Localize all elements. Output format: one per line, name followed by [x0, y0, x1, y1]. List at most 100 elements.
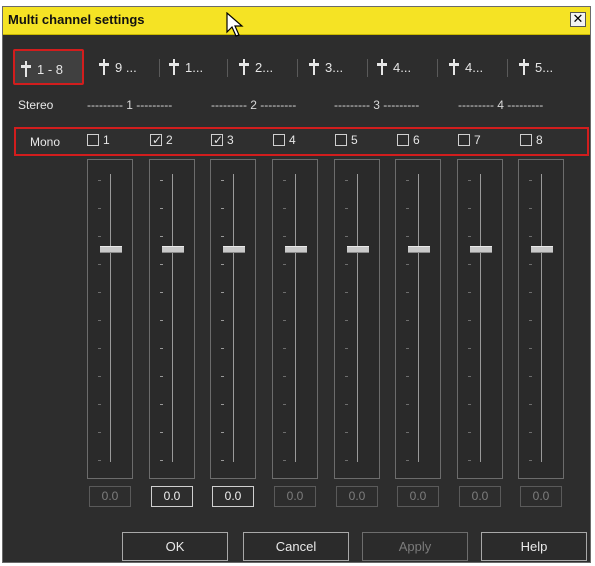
fader-tick [98, 404, 101, 405]
fader-value-field-1[interactable]: 0.0 [89, 486, 131, 507]
fader-tick [283, 432, 286, 433]
fader-tick [468, 264, 471, 265]
cancel-button[interactable]: Cancel [243, 532, 349, 561]
checkbox-box[interactable] [458, 134, 470, 146]
fader-tick [98, 320, 101, 321]
fader-track [357, 174, 358, 462]
tab-label: 4... [465, 60, 484, 75]
checkbox-box[interactable] [520, 134, 532, 146]
fader-tick [283, 208, 286, 209]
fader-tick [283, 292, 286, 293]
fader-thumb[interactable] [285, 246, 307, 253]
fader-tick [283, 236, 286, 237]
checkbox-box[interactable] [273, 134, 285, 146]
fader-value-field-3[interactable]: 0.0 [212, 486, 254, 507]
fader-icon [239, 59, 249, 78]
fader-tick [529, 376, 532, 377]
fader-tick [221, 208, 224, 209]
stereo-pair-3[interactable]: --------- 3 --------- [334, 98, 419, 112]
fader-value-field-4[interactable]: 0.0 [274, 486, 316, 507]
fader-tick [468, 348, 471, 349]
fader-value-field-6[interactable]: 0.0 [397, 486, 439, 507]
tab-label: 1... [185, 60, 204, 75]
fader-tick [406, 292, 409, 293]
tab-5[interactable]: 3... [303, 49, 363, 85]
tab-8[interactable]: 5... [513, 49, 583, 85]
tab-1-8[interactable]: 1 - 8 [13, 49, 84, 85]
fader-tick [160, 376, 163, 377]
fader-tick [468, 292, 471, 293]
fader-tick [468, 180, 471, 181]
fader-tick [283, 376, 286, 377]
fader-icon [99, 59, 109, 78]
fader-tick [345, 180, 348, 181]
checkmark-icon: ✓ [152, 133, 163, 147]
fader-tick [468, 320, 471, 321]
fader-tick [345, 320, 348, 321]
tab-separator [437, 59, 438, 77]
fader-track [295, 174, 296, 462]
fader-tick [221, 264, 224, 265]
fader-value-field-7[interactable]: 0.0 [459, 486, 501, 507]
stereo-pair-2[interactable]: --------- 2 --------- [211, 98, 296, 112]
fader-thumb[interactable] [531, 246, 553, 253]
fader-tick [468, 460, 471, 461]
tab-4[interactable]: 2... [233, 49, 293, 85]
fader-value-field-5[interactable]: 0.0 [336, 486, 378, 507]
tab-label: 4... [393, 60, 412, 75]
fader-tick [221, 376, 224, 377]
fader-thumb[interactable] [347, 246, 369, 253]
checkbox-box[interactable] [335, 134, 347, 146]
fader-thumb[interactable] [100, 246, 122, 253]
fader-tick [345, 404, 348, 405]
fader-value-field-2[interactable]: 0.0 [151, 486, 193, 507]
stereo-pair-1[interactable]: --------- 1 --------- [87, 98, 172, 112]
fader-tick [406, 348, 409, 349]
tab-9[interactable]: 9 ... [93, 49, 153, 85]
fader-track [172, 174, 173, 462]
fader-tick [160, 292, 163, 293]
fader-tick [98, 460, 101, 461]
apply-button[interactable]: Apply [362, 532, 468, 561]
checkbox-label: 4 [289, 133, 296, 147]
checkbox-box[interactable] [87, 134, 99, 146]
fader-icon [169, 59, 179, 78]
ok-button[interactable]: OK [122, 532, 228, 561]
tab-label: 9 ... [115, 60, 137, 75]
tab-7[interactable]: 4... [443, 49, 503, 85]
fader-tick [529, 432, 532, 433]
fader-value-field-8[interactable]: 0.0 [520, 486, 562, 507]
fader-tick [345, 348, 348, 349]
fader-tick [160, 460, 163, 461]
tab-3[interactable]: 1... [163, 49, 223, 85]
fader-track [110, 174, 111, 462]
fader-tick [98, 180, 101, 181]
fader-tick [406, 320, 409, 321]
checkbox-box[interactable]: ✓ [211, 133, 223, 147]
fader-thumb[interactable] [470, 246, 492, 253]
fader-tick [283, 348, 286, 349]
stereo-pair-4[interactable]: --------- 4 --------- [458, 98, 543, 112]
fader-tick [529, 264, 532, 265]
close-button[interactable]: ✕ [570, 12, 586, 27]
tab-label: 2... [255, 60, 274, 75]
fader-tick [283, 180, 286, 181]
title-bar[interactable]: Multi channel settings ✕ [3, 7, 590, 35]
fader-thumb[interactable] [408, 246, 430, 253]
tab-separator [507, 59, 508, 77]
mouse-pointer-icon [226, 12, 244, 37]
fader-thumb[interactable] [223, 246, 245, 253]
fader-icon [21, 61, 31, 80]
fader-tick [160, 348, 163, 349]
tab-6[interactable]: 4... [371, 49, 431, 85]
fader-tick [98, 208, 101, 209]
mono-row: Mono [14, 127, 589, 156]
fader-tick [98, 432, 101, 433]
fader-tick [98, 376, 101, 377]
fader-tick [406, 460, 409, 461]
checkbox-box[interactable] [397, 134, 409, 146]
fader-thumb[interactable] [162, 246, 184, 253]
help-button[interactable]: Help [481, 532, 587, 561]
checkbox-box[interactable]: ✓ [150, 133, 163, 147]
fader-tick [345, 460, 348, 461]
